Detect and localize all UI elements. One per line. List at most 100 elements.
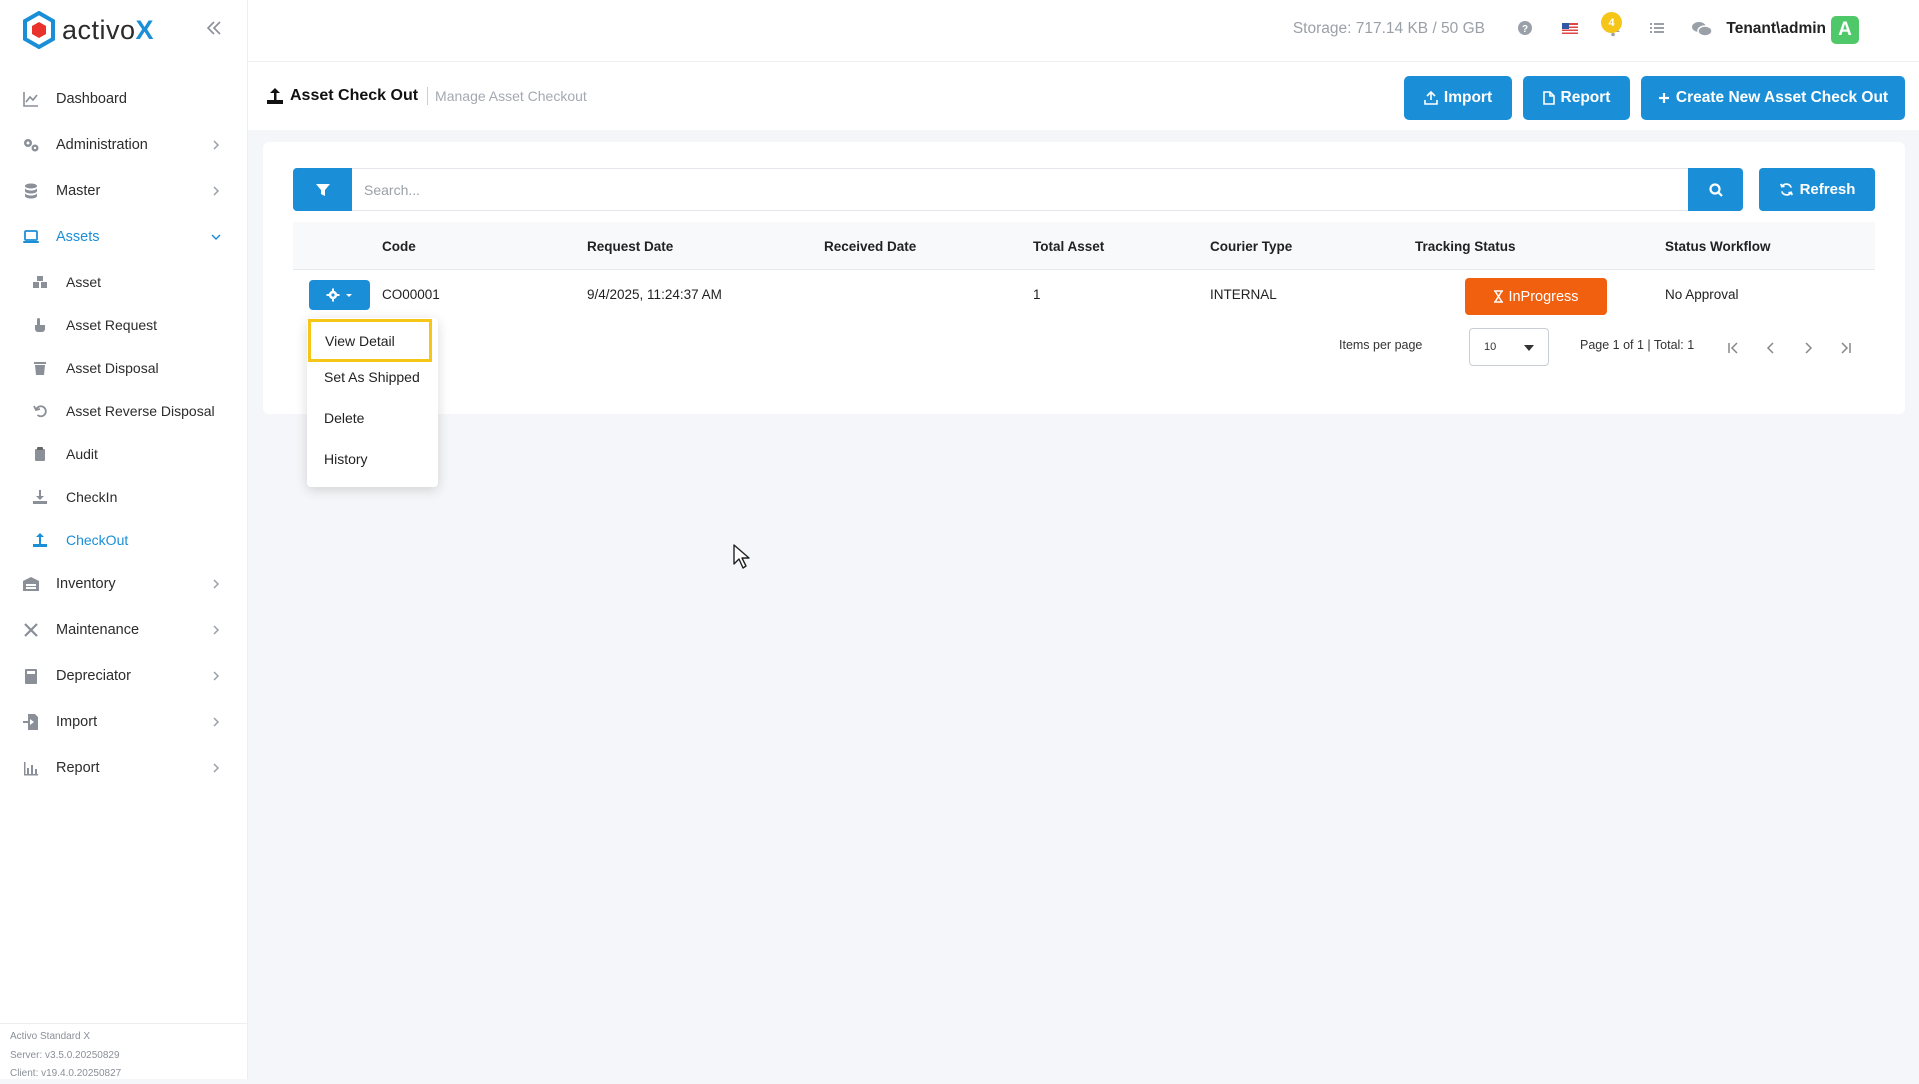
sidebar-subitem-asset-disposal[interactable]: Asset Disposal [0, 346, 248, 389]
sidebar-item-import[interactable]: Import [0, 699, 248, 745]
logo-text: activoX [62, 14, 155, 45]
sidebar-subitem-label: Asset Disposal [66, 359, 159, 376]
search-input[interactable] [352, 168, 1688, 211]
column-header-status-workflow[interactable]: Status Workflow [1665, 239, 1771, 254]
menu-item-view-detail[interactable]: View Detail [308, 319, 432, 362]
sidebar-item-assets[interactable]: Assets [0, 214, 248, 260]
import-button-label: Import [1443, 89, 1493, 106]
tracking-status-label: InProgress [1508, 288, 1579, 305]
sidebar-subitem-checkout[interactable]: CheckOut [0, 518, 248, 561]
plus-icon [1658, 93, 1669, 103]
last-page-icon[interactable] [1837, 340, 1853, 356]
warehouse-icon [23, 577, 39, 591]
svg-text:?: ? [1522, 24, 1528, 35]
tracking-status-badge[interactable]: InProgress [1465, 278, 1607, 315]
flag-us-icon[interactable] [1561, 19, 1581, 39]
import-button[interactable]: Import [1404, 76, 1512, 120]
checkout-list-card: Refresh Code Request Date Received Date … [263, 142, 1905, 414]
pagination-summary: Page 1 of 1 | Total: 1 [1580, 338, 1695, 352]
page-titlebar: Asset Check Out Manage Asset Checkout Im… [248, 62, 1919, 130]
column-header-tracking-status[interactable]: Tracking Status [1415, 239, 1516, 254]
sidebar-item-depreciator[interactable]: Depreciator [0, 653, 248, 699]
sidebar-item-maintenance[interactable]: Maintenance [0, 607, 248, 653]
hourglass-icon [1494, 290, 1504, 303]
create-new-asset-checkout-button[interactable]: Create New Asset Check Out [1641, 76, 1905, 120]
chart-line-icon [23, 92, 38, 107]
create-button-label: Create New Asset Check Out [1675, 89, 1889, 106]
menu-item-delete[interactable]: Delete [307, 400, 438, 436]
upload-icon [267, 88, 283, 104]
column-header-request-date[interactable]: Request Date [587, 239, 673, 254]
chevron-right-icon [213, 717, 220, 727]
sidebar-item-label: Inventory [56, 576, 116, 592]
sidebar-subitem-checkin[interactable]: CheckIn [0, 475, 248, 518]
list-icon[interactable] [1648, 19, 1668, 39]
column-header-total-asset[interactable]: Total Asset [1033, 239, 1104, 254]
storage-usage: Storage: 717.14 KB / 50 GB [1292, 20, 1485, 37]
sidebar-subitem-label: CheckOut [66, 531, 129, 548]
file-icon [1542, 91, 1555, 105]
help-icon[interactable]: ? [1516, 19, 1536, 39]
page-title-text: Asset Check Out [290, 87, 419, 104]
cell-courier-type: INTERNAL [1210, 287, 1277, 302]
sidebar-subitem-label: CheckIn [66, 488, 118, 505]
cell-code: CO00001 [382, 287, 440, 302]
items-per-page-value: 10 [1484, 341, 1497, 353]
hexagon-logo-icon [23, 11, 55, 49]
user-name[interactable]: Tenant\admin [1726, 20, 1826, 38]
row-actions-menu: View Detail Set As Shipped Delete Histor… [307, 318, 438, 487]
sidebar-item-label: Depreciator [56, 668, 131, 684]
sidebar-subitem-asset-reverse-disposal[interactable]: Asset Reverse Disposal [0, 389, 248, 432]
mouse-cursor-icon [733, 544, 750, 569]
column-header-received-date[interactable]: Received Date [824, 239, 916, 254]
sidebar-subitem-label: Asset Request [66, 316, 158, 333]
chat-icon[interactable] [1691, 19, 1713, 39]
sidebar: activoX Dashboard Administration Master … [0, 0, 248, 1079]
report-button-label: Report [1560, 89, 1611, 106]
sidebar-item-label: Report [56, 760, 100, 776]
next-page-icon[interactable] [1800, 340, 1816, 356]
top-header: Storage: 717.14 KB / 50 GB ? 4 Tenant\ad… [248, 0, 1919, 62]
refresh-button-label: Refresh [1799, 181, 1856, 198]
sidebar-item-master[interactable]: Master [0, 168, 248, 214]
laptop-icon [23, 230, 39, 243]
sidebar-item-label: Maintenance [56, 622, 140, 638]
sidebar-item-label: Dashboard [56, 91, 127, 107]
page-title: Asset Check Out Manage Asset Checkout [266, 87, 587, 105]
chevron-right-icon [213, 763, 220, 773]
sidebar-subitem-asset-request[interactable]: Asset Request [0, 303, 248, 346]
refresh-button[interactable]: Refresh [1759, 168, 1875, 211]
chevron-right-icon [213, 625, 220, 635]
row-actions-button[interactable] [309, 280, 370, 310]
collapse-sidebar-icon[interactable] [204, 18, 224, 38]
search-icon [1708, 182, 1723, 197]
previous-page-icon[interactable] [1763, 340, 1779, 356]
upload-icon [33, 532, 47, 547]
sidebar-subitem-label: Audit [66, 445, 98, 462]
sidebar-item-inventory[interactable]: Inventory [0, 561, 248, 607]
logo[interactable]: activoX [22, 10, 154, 50]
client-version: Client: v19.4.0.20250827 [10, 1068, 122, 1079]
first-page-icon[interactable] [1726, 340, 1742, 356]
filter-button[interactable] [293, 168, 352, 211]
sidebar-item-report[interactable]: Report [0, 745, 248, 791]
refresh-icon [1779, 183, 1793, 196]
search-button[interactable] [1688, 168, 1743, 211]
sidebar-nav: Dashboard Administration Master Assets A… [0, 76, 248, 791]
undo-icon [33, 404, 47, 417]
chevron-down-icon [211, 234, 221, 241]
sidebar-item-administration[interactable]: Administration [0, 122, 248, 168]
cell-status-workflow: No Approval [1665, 287, 1739, 302]
calculator-icon [25, 669, 37, 684]
sidebar-item-dashboard[interactable]: Dashboard [0, 76, 248, 122]
column-header-courier-type[interactable]: Courier Type [1210, 239, 1292, 254]
sidebar-item-label: Administration [56, 137, 148, 153]
menu-item-set-as-shipped[interactable]: Set As Shipped [307, 359, 438, 395]
report-button[interactable]: Report [1523, 76, 1630, 120]
column-header-code[interactable]: Code [382, 239, 416, 254]
sidebar-subitem-audit[interactable]: Audit [0, 432, 248, 475]
avatar[interactable]: A [1831, 16, 1859, 44]
menu-item-history[interactable]: History [307, 441, 438, 477]
items-per-page-select[interactable]: 10 [1469, 328, 1549, 366]
sidebar-subitem-asset[interactable]: Asset [0, 260, 248, 303]
